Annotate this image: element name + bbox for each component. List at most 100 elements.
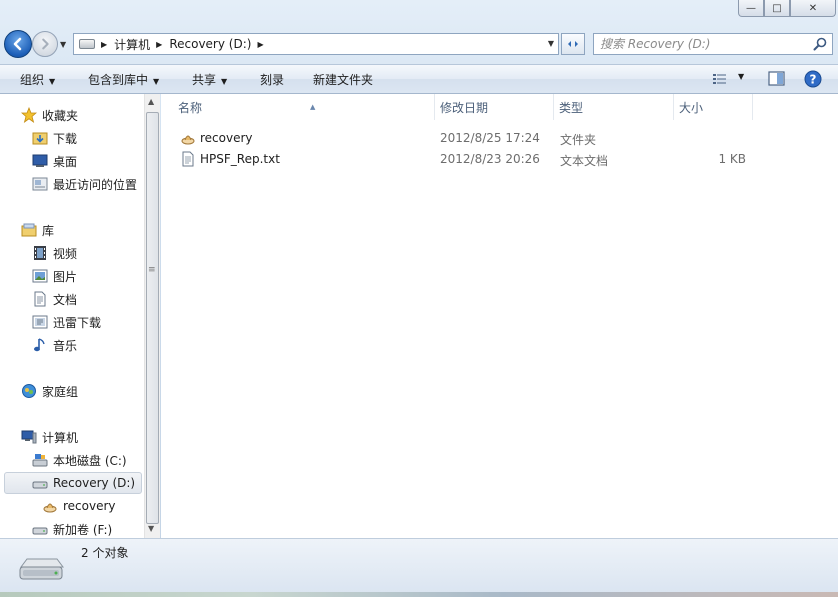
drive-icon bbox=[19, 558, 64, 580]
nav-item-label: 视频 bbox=[53, 246, 78, 261]
nav-item-new-volume-f[interactable]: 新加卷 (F:) bbox=[32, 519, 112, 538]
chevron-right-icon[interactable]: ▶ bbox=[257, 40, 263, 49]
nav-item-recent-places[interactable]: 最近访问的位置 bbox=[32, 174, 137, 194]
close-button[interactable]: ✕ bbox=[790, 0, 836, 17]
column-size-label: 大小 bbox=[679, 101, 704, 115]
help-icon: ? bbox=[804, 70, 822, 88]
sort-ascending-icon: ▲ bbox=[310, 103, 316, 111]
organize-menu[interactable]: 组织 ▼ bbox=[20, 71, 55, 88]
nav-computer-label: 计算机 bbox=[42, 430, 79, 445]
file-modified: 2012/8/23 20:26 bbox=[440, 152, 540, 166]
burn-button[interactable]: 刻录 bbox=[260, 71, 284, 88]
breadcrumb-computer[interactable]: 计算机 bbox=[114, 36, 150, 53]
scrollbar-grip-icon: ≡ bbox=[148, 265, 156, 275]
explorer-window: — □ ✕ ▼ ▶ 计算机 ▶ Recovery (D:) ▶ ▼ 搜索 Rec… bbox=[0, 0, 838, 597]
nav-item-recovery-drive[interactable]: Recovery (D:) bbox=[4, 472, 142, 494]
search-box[interactable] bbox=[593, 33, 833, 55]
refresh-button[interactable] bbox=[561, 33, 585, 55]
nav-item-pictures[interactable]: 图片 bbox=[32, 266, 77, 286]
drive-icon bbox=[32, 521, 48, 537]
documents-icon bbox=[32, 291, 48, 307]
desktop-background-strip bbox=[0, 592, 838, 597]
back-button[interactable] bbox=[4, 30, 32, 58]
breadcrumb-recovery-drive[interactable]: Recovery (D:) bbox=[169, 37, 251, 51]
chevron-down-icon[interactable]: ▼ bbox=[548, 39, 554, 48]
minimize-button[interactable]: — bbox=[738, 0, 764, 17]
scrollbar-thumb[interactable] bbox=[146, 112, 159, 524]
nav-item-label: recovery bbox=[63, 499, 116, 513]
table-row[interactable]: HPSF_Rep.txt 2012/8/23 20:26 文本文档 1 KB bbox=[161, 149, 761, 169]
include-in-library-menu[interactable]: 包含到库中 ▼ bbox=[88, 71, 159, 88]
nav-item-videos[interactable]: 视频 bbox=[32, 243, 77, 263]
chevron-down-icon[interactable]: ▼ bbox=[738, 72, 744, 81]
help-button[interactable]: ? bbox=[804, 70, 822, 91]
column-name-label: 名称 bbox=[178, 101, 203, 115]
column-header-type[interactable]: 类型 bbox=[553, 94, 674, 120]
recent-places-icon bbox=[32, 176, 48, 192]
nav-item-label: Recovery (D:) bbox=[53, 476, 136, 490]
include-in-library-label: 包含到库中 bbox=[88, 73, 149, 87]
nav-item-label: 音乐 bbox=[53, 338, 78, 353]
nav-item-local-disk-c[interactable]: 本地磁盘 (C:) bbox=[32, 450, 127, 470]
nav-item-desktop[interactable]: 桌面 bbox=[32, 151, 77, 171]
library-icon bbox=[21, 222, 37, 238]
new-folder-button[interactable]: 新建文件夹 bbox=[313, 71, 373, 88]
nav-item-label: 本地磁盘 (C:) bbox=[53, 453, 127, 468]
column-header-name[interactable]: 名称 ▲ bbox=[172, 94, 435, 120]
details-pane: 2 个对象 bbox=[0, 538, 838, 592]
scroll-down-arrow-icon[interactable]: ▼ bbox=[148, 524, 154, 533]
star-icon bbox=[21, 107, 37, 123]
search-input[interactable] bbox=[600, 36, 800, 52]
music-note-icon bbox=[32, 337, 48, 353]
address-bar[interactable]: ▶ 计算机 ▶ Recovery (D:) ▶ ▼ bbox=[73, 33, 559, 55]
recovery-folder-icon bbox=[42, 498, 58, 514]
file-type: 文件夹 bbox=[560, 133, 597, 147]
column-header-modified[interactable]: 修改日期 bbox=[434, 94, 554, 120]
file-name: HPSF_Rep.txt bbox=[200, 152, 280, 166]
window-caption-buttons: — □ ✕ bbox=[738, 0, 836, 19]
pictures-icon bbox=[32, 268, 48, 284]
nav-homegroup-label: 家庭组 bbox=[42, 384, 79, 399]
nav-favorites-label: 收藏夹 bbox=[42, 108, 79, 123]
preview-pane-icon bbox=[768, 71, 785, 86]
nav-item-thunder-downloads[interactable]: 迅雷下载 bbox=[32, 312, 101, 332]
navigation-pane: 收藏夹 下载 桌面 最近访问的位置 库 视频 图片 文档 迅雷下载 音乐 家庭组… bbox=[0, 94, 144, 538]
system-drive-icon bbox=[32, 452, 48, 468]
nav-item-documents[interactable]: 文档 bbox=[32, 289, 77, 309]
column-header-size[interactable]: 大小 bbox=[673, 94, 753, 120]
nav-item-label: 文档 bbox=[53, 292, 78, 307]
nav-item-downloads[interactable]: 下载 bbox=[32, 128, 77, 148]
svg-text:?: ? bbox=[810, 73, 817, 87]
scroll-up-arrow-icon[interactable]: ▲ bbox=[148, 97, 154, 106]
share-menu[interactable]: 共享 ▼ bbox=[192, 71, 227, 88]
nav-favorites[interactable]: 收藏夹 bbox=[21, 105, 78, 125]
homegroup-icon bbox=[21, 383, 37, 399]
video-icon bbox=[32, 245, 48, 261]
nav-computer[interactable]: 计算机 bbox=[21, 427, 78, 447]
nav-item-recovery-folder[interactable]: recovery bbox=[42, 496, 116, 516]
search-icon[interactable] bbox=[813, 37, 827, 51]
arrow-left-icon bbox=[13, 37, 22, 51]
nav-homegroup[interactable]: 家庭组 bbox=[21, 381, 78, 401]
preview-pane-button[interactable] bbox=[768, 71, 785, 89]
file-size: 1 KB bbox=[718, 152, 746, 166]
organize-label: 组织 bbox=[20, 73, 45, 87]
chevron-right-icon[interactable]: ▶ bbox=[156, 40, 162, 49]
share-label: 共享 bbox=[192, 73, 217, 87]
maximize-button[interactable]: □ bbox=[764, 0, 790, 17]
nav-item-label: 桌面 bbox=[53, 154, 78, 169]
chevron-right-icon[interactable]: ▶ bbox=[101, 40, 107, 49]
nav-item-label: 新加卷 (F:) bbox=[53, 522, 113, 537]
change-view-button[interactable] bbox=[712, 72, 728, 89]
nav-libraries[interactable]: 库 bbox=[21, 220, 54, 240]
recent-pages-dropdown[interactable]: ▼ bbox=[60, 40, 66, 49]
navigation-scrollbar[interactable]: ▲ ≡ ▼ bbox=[144, 94, 160, 538]
table-row[interactable]: recovery 2012/8/25 17:24 文件夹 bbox=[161, 128, 761, 148]
file-modified: 2012/8/25 17:24 bbox=[440, 131, 540, 145]
forward-button[interactable] bbox=[32, 31, 58, 57]
nav-item-label: 图片 bbox=[53, 269, 78, 284]
chevron-down-icon: ▼ bbox=[221, 77, 228, 86]
desktop-icon bbox=[32, 153, 48, 169]
column-type-label: 类型 bbox=[559, 101, 584, 115]
nav-item-music[interactable]: 音乐 bbox=[32, 335, 77, 355]
